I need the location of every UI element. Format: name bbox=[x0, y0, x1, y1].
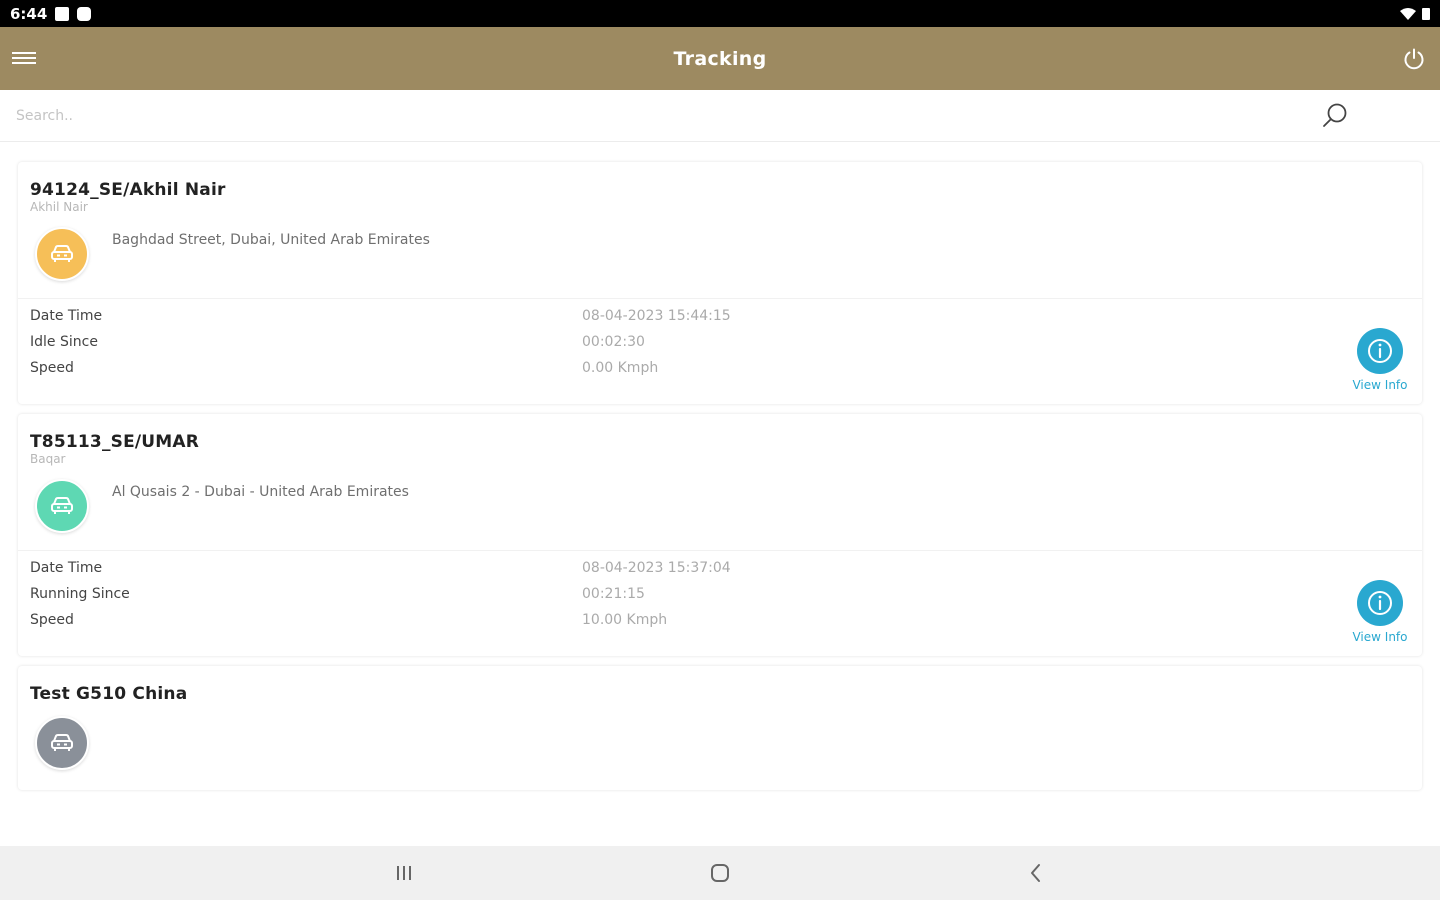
search-bar bbox=[0, 90, 1440, 142]
vehicle-card[interactable]: Test G510 China bbox=[18, 666, 1422, 790]
info-icon bbox=[1357, 580, 1403, 626]
info-label: Date Time bbox=[30, 560, 103, 576]
app-bar: Tracking bbox=[0, 27, 1440, 90]
info-value: 08-04-2023 15:37:04 bbox=[582, 560, 731, 576]
info-label: Speed bbox=[30, 612, 74, 628]
search-icon[interactable] bbox=[1320, 101, 1350, 131]
info-label: Running Since bbox=[30, 586, 130, 602]
vehicle-name: Test G510 China bbox=[30, 684, 188, 704]
divider bbox=[18, 298, 1422, 299]
info-value: 00:02:30 bbox=[582, 334, 645, 350]
home-icon[interactable] bbox=[707, 860, 733, 886]
vehicle-status-avatar bbox=[35, 716, 89, 770]
system-nav-bar bbox=[0, 846, 1440, 900]
vehicle-name: 94124_SE/Akhil Nair bbox=[30, 180, 226, 200]
wifi-icon bbox=[1400, 7, 1416, 20]
info-row: Running Since 00:21:15 bbox=[30, 586, 750, 612]
page-title: Tracking bbox=[673, 47, 767, 70]
info-value: 10.00 Kmph bbox=[582, 612, 668, 628]
status-right bbox=[1400, 7, 1430, 20]
back-icon[interactable] bbox=[1023, 860, 1049, 886]
status-left: 6:44 bbox=[10, 4, 92, 23]
info-row: Speed 0.00 Kmph bbox=[30, 360, 750, 386]
car-icon bbox=[51, 734, 73, 751]
info-value: 08-04-2023 15:44:15 bbox=[582, 308, 731, 324]
notification-icon bbox=[55, 6, 70, 21]
status-time: 6:44 bbox=[10, 4, 48, 23]
info-value: 00:21:15 bbox=[582, 586, 645, 602]
vehicle-status-avatar bbox=[35, 227, 89, 281]
vehicle-info-grid: Date Time 08-04-2023 15:37:04 Running Si… bbox=[30, 560, 750, 638]
info-row: Speed 10.00 Kmph bbox=[30, 612, 750, 638]
vehicle-card[interactable]: T85113_SE/UMAR Baqar Al Qusais 2 - Dubai… bbox=[18, 414, 1422, 656]
status-bar: 6:44 bbox=[0, 0, 1440, 27]
info-label: Date Time bbox=[30, 308, 103, 324]
info-row: Date Time 08-04-2023 15:44:15 bbox=[30, 308, 750, 334]
recent-apps-icon[interactable] bbox=[391, 860, 417, 886]
info-row: Idle Since 00:02:30 bbox=[30, 334, 750, 360]
driver-name: Baqar bbox=[30, 452, 66, 466]
power-icon[interactable] bbox=[1402, 47, 1426, 71]
info-label: Idle Since bbox=[30, 334, 98, 350]
vehicle-address: Baghdad Street, Dubai, United Arab Emira… bbox=[112, 232, 430, 248]
divider bbox=[18, 550, 1422, 551]
menu-icon[interactable] bbox=[12, 49, 36, 69]
info-row: Date Time 08-04-2023 15:37:04 bbox=[30, 560, 750, 586]
view-info-button[interactable]: View Info bbox=[1348, 328, 1412, 392]
vehicle-status-avatar bbox=[35, 479, 89, 533]
info-icon bbox=[1357, 328, 1403, 374]
battery-icon bbox=[1422, 7, 1430, 20]
vehicle-info-grid: Date Time 08-04-2023 15:44:15 Idle Since… bbox=[30, 308, 750, 386]
app-notification-icon bbox=[77, 6, 92, 21]
info-label: Speed bbox=[30, 360, 74, 376]
vehicle-name: T85113_SE/UMAR bbox=[30, 432, 200, 452]
vehicle-address: Al Qusais 2 - Dubai - United Arab Emirat… bbox=[112, 484, 409, 500]
car-icon bbox=[51, 497, 73, 514]
info-value: 0.00 Kmph bbox=[582, 360, 659, 376]
car-icon bbox=[51, 245, 73, 262]
view-info-label: View Info bbox=[1352, 378, 1408, 392]
vehicle-card[interactable]: 94124_SE/Akhil Nair Akhil Nair Baghdad S… bbox=[18, 162, 1422, 404]
search-input[interactable] bbox=[14, 102, 1294, 130]
view-info-button[interactable]: View Info bbox=[1348, 580, 1412, 644]
driver-name: Akhil Nair bbox=[30, 200, 88, 214]
view-info-label: View Info bbox=[1352, 630, 1408, 644]
